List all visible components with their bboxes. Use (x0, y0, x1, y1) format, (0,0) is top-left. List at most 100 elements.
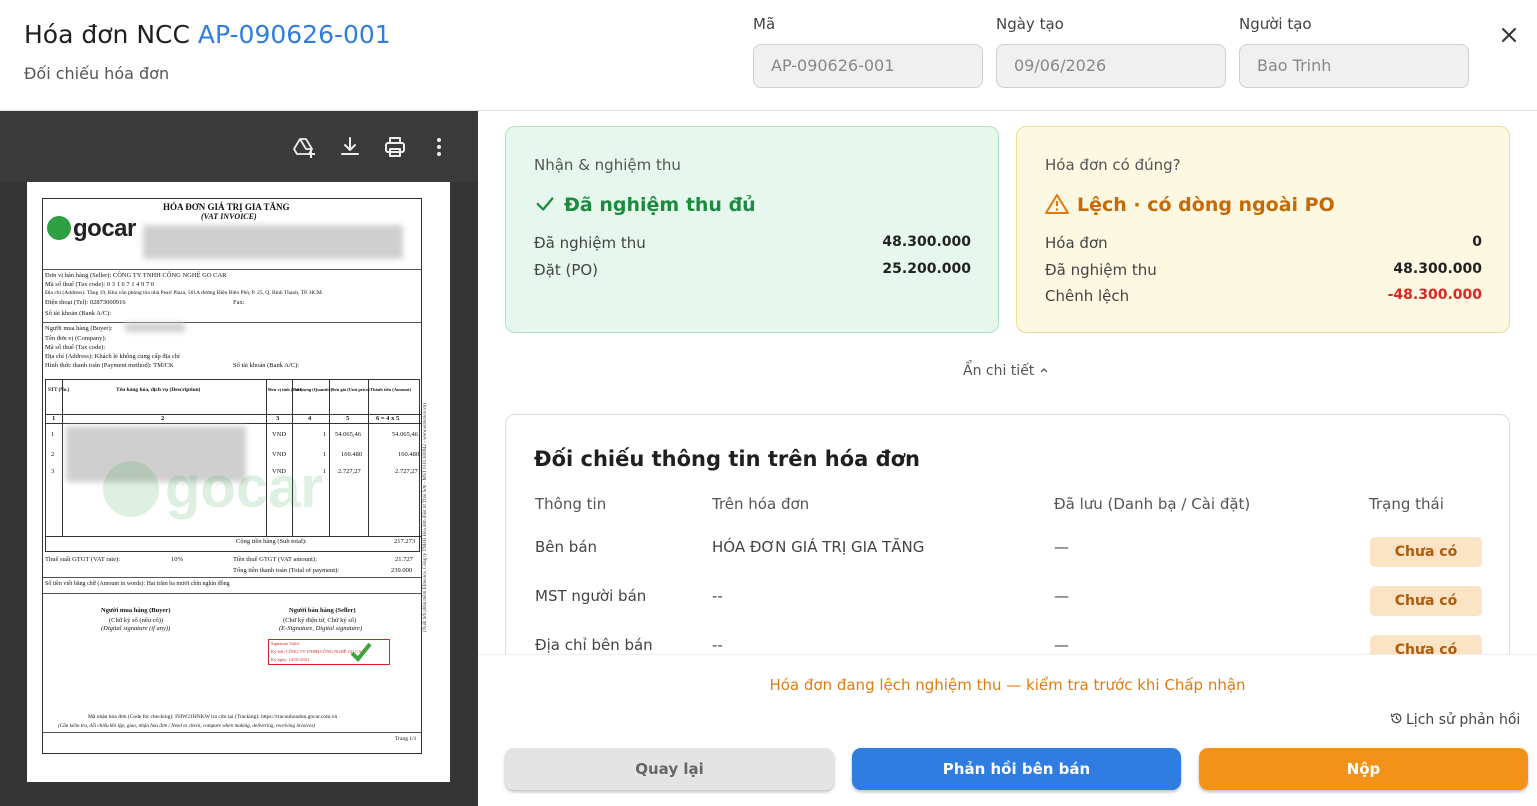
title-prefix: Hóa đơn NCC (24, 20, 190, 49)
row-no: 1 (51, 431, 55, 438)
seller-sign-en: (E-Signature, Digital signature) (279, 625, 363, 632)
row-on-invoice: -- (712, 587, 723, 605)
invoice-check-status: Lệch · có dòng ngoài PO (1045, 193, 1335, 216)
status-badge: Chưa có (1370, 537, 1482, 567)
creator-label: Người tạo (1239, 15, 1312, 33)
buyer-bank-line: Số tài khoản (Bank A/C): (233, 362, 300, 369)
invoice-check-row: Chênh lệch -48.300.000 (1045, 287, 1482, 305)
date-field: 09/06/2026 (996, 44, 1226, 88)
digital-signature-box: Signature Valid Ký bởi: CÔNG TY TNHH CÔN… (268, 639, 390, 665)
reconcile-panel[interactable]: Đối chiếu thông tin trên hóa đơn Thông t… (505, 414, 1510, 674)
footer: Hóa đơn đang lệch nghiệm thu — kiểm tra … (478, 654, 1537, 806)
check-note: (Cần kiểm tra, đối chiếu khi lập, giao, … (58, 723, 316, 729)
code-field: AP-090626-001 (753, 44, 983, 88)
receive-status: Đã nghiệm thu đủ (534, 193, 756, 216)
col-index: 5 (346, 415, 350, 422)
col-header-field: Thông tin (535, 495, 607, 513)
subtotal-label: Cộng tiền hàng (Sub total): (236, 538, 307, 545)
difference-value: -48.300.000 (1387, 287, 1482, 303)
car-logo-icon (47, 216, 71, 240)
invoice-code: AP-090626-001 (197, 20, 391, 49)
col-qty: Số lượng (Quantity) (294, 387, 333, 392)
row-on-invoice: -- (712, 636, 723, 654)
buyer-company-line: Tên đơn vị (Company): (45, 335, 107, 342)
buyer-sign-en: (Digital signature (if any)) (101, 625, 171, 632)
chevron-up-icon (1040, 368, 1048, 373)
vat-rate-label: Thuế suất GTGT (VAT rate): (45, 556, 121, 563)
seller-tax-line: Mã số thuế (Tax code): 0 3 1 6 7 1 4 9 7… (45, 281, 154, 288)
print-icon (385, 137, 405, 157)
col-amount: Thành tiền (Amount) (370, 387, 412, 392)
row-saved: — (1054, 587, 1069, 605)
row-qty: 1 (323, 431, 327, 438)
row-amount: 160.480 (398, 451, 420, 458)
row-value: 25.200.000 (882, 261, 971, 277)
back-button[interactable]: Quay lại (505, 748, 834, 790)
feedback-history-link[interactable]: Lịch sử phản hồi (1390, 712, 1520, 728)
row-price: 2.727,27 (338, 468, 361, 475)
page-title: Hóa đơn NCC AP-090626-001 (24, 20, 391, 49)
subtotal-value: 217.273 (394, 538, 416, 545)
seller-address-line: Địa chỉ (Address): Tầng 19, Khu văn phòn… (45, 290, 324, 296)
receive-card: Nhận & nghiệm thu Đã nghiệm thu đủ Đã ng… (505, 126, 999, 333)
row-price: 54.065,46 (335, 431, 361, 438)
seller-phone-line: Điện thoại (Tel): 02873000916 (45, 299, 126, 306)
row-field: Bên bán (535, 538, 598, 556)
divider (43, 732, 421, 733)
car-watermark-icon (103, 461, 159, 517)
invoice-page[interactable]: gocar HÓA ĐƠN GIÁ TRỊ GIA TĂNG (VAT INVO… (27, 182, 450, 782)
reconcile-title: Đối chiếu thông tin trên hóa đơn (534, 447, 921, 471)
seller-fax-line: Fax: (233, 299, 245, 306)
gocar-watermark: gocar (103, 454, 323, 521)
reply-seller-button[interactable]: Phản hồi bên bán (852, 748, 1181, 790)
invoice-check-row: Đã nghiệm thu 48.300.000 (1045, 261, 1482, 279)
row-field: MST người bán (535, 587, 647, 605)
col-header-status: Trạng thái (1369, 495, 1444, 513)
row-qty: 1 (323, 451, 327, 458)
divider (43, 593, 421, 594)
seller-bank-line: Số tài khoản (Bank A/C): (45, 310, 112, 317)
checkmark-icon (350, 642, 372, 662)
print-button[interactable] (383, 135, 407, 159)
viewer-toolbar (0, 111, 478, 182)
divider (43, 269, 421, 270)
seller-sign-sub: (Chữ ký điện tử, Chữ ký số) (283, 617, 357, 624)
page-number: Trang 1/1 (395, 736, 417, 742)
more-button[interactable] (427, 135, 451, 159)
receive-card-title: Nhận & nghiệm thu (534, 156, 681, 174)
row-label: Đã nghiệm thu (534, 234, 646, 252)
buyer-line: Người mua hàng (Buyer): (45, 325, 113, 332)
check-icon (536, 197, 554, 211)
close-button[interactable] (1497, 23, 1521, 47)
invoice-check-title: Hóa đơn có đúng? (1045, 156, 1181, 174)
col-index: 1 (52, 415, 56, 422)
submit-button[interactable]: Nộp (1199, 748, 1528, 790)
seller-line: Đơn vị bán hàng (Seller): CÔNG TY TNHH C… (45, 272, 227, 279)
buyer-tax-line: Mã số thuế (Tax code): (45, 344, 106, 351)
row-label: Chênh lệch (1045, 287, 1130, 305)
col-header-on-invoice: Trên hóa đơn (712, 495, 810, 513)
page-subtitle: Đối chiếu hóa đơn (24, 64, 170, 83)
row-label: Đã nghiệm thu (1045, 261, 1157, 279)
buyer-sign-title: Người mua hàng (Buyer) (101, 607, 171, 614)
vat-amount-value: 21.727 (395, 556, 413, 563)
row-amount: 54.065,46 (392, 431, 418, 438)
col-description: Tên hàng hóa, dịch vụ (Description) (116, 387, 201, 393)
row-amount: 2.727,27 (395, 468, 418, 475)
payment-line: Hình thức thanh toán (Payment method): T… (45, 362, 174, 369)
row-saved: — (1054, 636, 1069, 654)
row-no: 3 (51, 468, 55, 475)
hide-details-toggle[interactable]: Ẩn chi tiết (963, 363, 1049, 379)
lookup-line: Mã nhận hóa đơn (Code for checking): FHW… (88, 714, 338, 720)
download-button[interactable] (338, 135, 362, 159)
invoice-document: gocar HÓA ĐƠN GIÁ TRỊ GIA TĂNG (VAT INVO… (42, 198, 422, 754)
total-value: 239.000 (391, 567, 413, 574)
drive-add-button[interactable] (292, 135, 316, 159)
invoice-check-row: Hóa đơn 0 (1045, 234, 1482, 252)
row-on-invoice: HÓA ĐƠN GIÁ TRỊ GIA TĂNG (712, 538, 925, 556)
invoice-check-card: Hóa đơn có đúng? Lệch · có dòng ngoài PO… (1016, 126, 1510, 333)
row-value: 48.300.000 (1393, 261, 1482, 277)
divider (43, 322, 421, 323)
row-qty: 1 (323, 468, 327, 475)
row-price: 160.480 (341, 451, 363, 458)
